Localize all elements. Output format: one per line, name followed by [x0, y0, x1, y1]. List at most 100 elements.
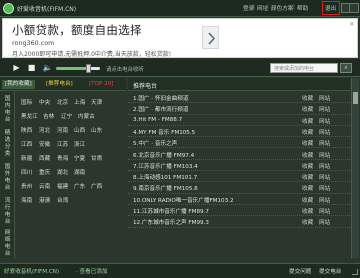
menu-separator: |: [267, 4, 269, 10]
side-nav: 国内电台 精选分类 国外电台 流行电台 网络电台: [0, 92, 15, 258]
region-link[interactable]: 福建: [57, 182, 68, 190]
region-link[interactable]: 重庆: [39, 168, 50, 176]
favorite-link: 收藏: [302, 118, 314, 125]
station-list: 1.国广 · 怀旧金曲频道 收藏 网站 2.国广 · 都市流行频道 收藏 网站 3.Hi…: [128, 92, 350, 258]
side-nav-foreign[interactable]: 国外电台: [3, 164, 12, 192]
region-link[interactable]: 四川: [21, 168, 32, 176]
region-link[interactable]: 江西: [21, 140, 32, 148]
region-link[interactable]: 吉林: [43, 112, 54, 120]
region-link[interactable]: 天津: [91, 98, 102, 106]
region-link[interactable]: 广西: [91, 182, 102, 190]
volume-slider-fill[interactable]: [56, 67, 88, 70]
website-link: 网站: [319, 175, 331, 182]
category-tabs: [我的收藏] [推荐电台] [TOP 20]: [0, 78, 126, 91]
region-link[interactable]: 宁夏: [74, 154, 85, 162]
list-item[interactable]: 9.南京音乐广播 FM105.8 收藏 网站: [128, 182, 350, 194]
scrollbar[interactable]: [351, 78, 359, 258]
submit-station-link[interactable]: 提交电台: [319, 267, 341, 275]
list-item[interactable]: 1.国广 · 怀旧金曲频道 收藏 网站: [128, 92, 350, 104]
station-search-input[interactable]: 搜索或添加的电台: [270, 63, 338, 73]
region-link[interactable]: 安徽: [39, 140, 50, 148]
close-icon[interactable]: [349, 3, 359, 13]
list-item[interactable]: 2.国广 · 都市流行频道 收藏 网站: [128, 103, 350, 115]
region-link[interactable]: 江苏: [57, 140, 68, 148]
stop-icon[interactable]: ■: [26, 62, 37, 73]
region-link[interactable]: 国际: [21, 98, 32, 106]
region-link[interactable]: 西藏: [39, 154, 50, 162]
list-item[interactable]: 5.中广 · 音乐之声 收藏 网站: [128, 137, 350, 149]
chevron-right-icon[interactable]: [202, 26, 219, 49]
menu-help[interactable]: 帮助: [297, 4, 308, 12]
list-item[interactable]: 6.北京音乐广播 FM97.4 收藏 网站: [128, 149, 350, 160]
side-nav-online[interactable]: 网络电台: [3, 230, 12, 258]
side-nav-featured[interactable]: 精选分类: [3, 130, 12, 158]
submit-issue-link[interactable]: 提交问题: [289, 267, 311, 275]
list-item[interactable]: 11.江苏城市音乐广播 FM89.7 收藏 网站: [128, 205, 350, 217]
ad-close-icon[interactable]: ✕: [348, 21, 356, 29]
region-link[interactable]: 北京: [57, 98, 68, 106]
region-link[interactable]: 辽宁: [61, 112, 72, 120]
side-nav-domestic[interactable]: 国内电台: [3, 96, 12, 124]
volume-slider-handle[interactable]: [86, 64, 91, 73]
list-item[interactable]: 7.江苏音乐广播 FM103.4 收藏 网站: [128, 160, 350, 172]
status-app-name[interactable]: 好爱收音机(FIFM.CN): [4, 267, 59, 275]
status-added-link[interactable]: · 查看已添加: [76, 267, 108, 275]
region-link[interactable]: 港澳: [39, 196, 50, 204]
favorite-link: 收藏: [302, 129, 314, 136]
region-link[interactable]: 湖南: [74, 168, 85, 176]
website-link: 网站: [319, 209, 331, 215]
player-toolbar: ▶ ■ 🔈 请点击电台收听 搜索或添加的电台 ⌕: [0, 59, 360, 77]
region-link[interactable]: 中央: [39, 98, 50, 106]
list-item[interactable]: 12.广东城市音乐之声 FM99.3 收藏 网站: [128, 216, 350, 228]
region-link[interactable]: 浙江: [74, 140, 85, 148]
scrollbar-thumb[interactable]: [353, 92, 358, 104]
search-icon[interactable]: ⌕: [340, 63, 352, 73]
volume-icon[interactable]: 🔈: [42, 62, 53, 73]
play-icon[interactable]: ▶: [11, 62, 22, 73]
play-hint: 请点击电台收听: [106, 67, 144, 73]
exit-button[interactable]: 退出: [325, 4, 336, 12]
region-link[interactable]: 陕西: [21, 126, 32, 134]
region-link[interactable]: 海南: [21, 196, 32, 204]
list-item[interactable]: 4.MY FM 音乐 FM105.5 收藏 网站: [128, 126, 350, 138]
region-link[interactable]: 内蒙古: [78, 112, 95, 120]
region-link[interactable]: 贵州: [21, 182, 32, 190]
region-link[interactable]: 黑龙江: [21, 112, 38, 120]
favorite-link: 收藏: [302, 209, 314, 215]
ad-title[interactable]: 小额贷款，额度自由选择: [12, 22, 142, 38]
region-link[interactable]: 湖北: [57, 168, 68, 176]
list-item[interactable]: 8.上海动感101 FM101.7 收藏 网站: [128, 171, 350, 183]
station-list-header: 推荐电台: [128, 78, 350, 91]
region-link[interactable]: 河北: [39, 126, 50, 134]
app-title: 好爱收音机(FIFM.CN): [17, 6, 77, 13]
tab-favorites[interactable]: [我的收藏]: [2, 80, 35, 89]
region-link[interactable]: 河南: [57, 126, 68, 134]
region-link[interactable]: 青海: [57, 154, 68, 162]
website-link: 网站: [319, 141, 331, 148]
website-link: 网站: [319, 163, 331, 170]
region-link[interactable]: 山西: [74, 126, 85, 134]
list-item[interactable]: 10.ONLY RADIO唯一音乐广播FM103.2 收藏 网站: [128, 194, 350, 205]
website-link: 网站: [319, 118, 331, 125]
region-link[interactable]: 新疆: [21, 154, 32, 162]
menu-separator: |: [253, 4, 255, 10]
favorite-link: 收藏: [302, 197, 314, 204]
region-link[interactable]: 云南: [39, 182, 50, 190]
app-window: 好爱收音机(FIFM.CN) 登录 | 网址 | 颜色方案 | 帮助 退出 小额…: [0, 0, 360, 278]
region-link[interactable]: 上海: [74, 98, 85, 106]
region-link[interactable]: 山东: [91, 126, 102, 134]
favorite-link: 收藏: [302, 141, 314, 148]
ad-banner[interactable]: 小额贷款，额度自由选择 rong360.com 月入2000即可申请,无需抵押,…: [2, 18, 358, 58]
resize-grip-icon[interactable]: [352, 269, 358, 275]
ad-url[interactable]: rong360.com: [12, 39, 54, 47]
favorite-link: 收藏: [302, 107, 314, 114]
list-item[interactable]: 3.Hit FM - FM88.7 收藏 网站: [128, 115, 350, 126]
region-link[interactable]: 台湾: [57, 196, 68, 204]
tab-recommended[interactable]: [推荐电台]: [43, 80, 76, 89]
region-link[interactable]: 甘肃: [91, 154, 102, 162]
favorite-link: 收藏: [302, 186, 314, 193]
tab-top20[interactable]: [TOP 20]: [86, 80, 116, 89]
menu-color-scheme[interactable]: 颜色方案: [271, 4, 293, 12]
region-link[interactable]: 广东: [74, 182, 85, 190]
side-nav-popular[interactable]: 流行电台: [3, 198, 12, 226]
